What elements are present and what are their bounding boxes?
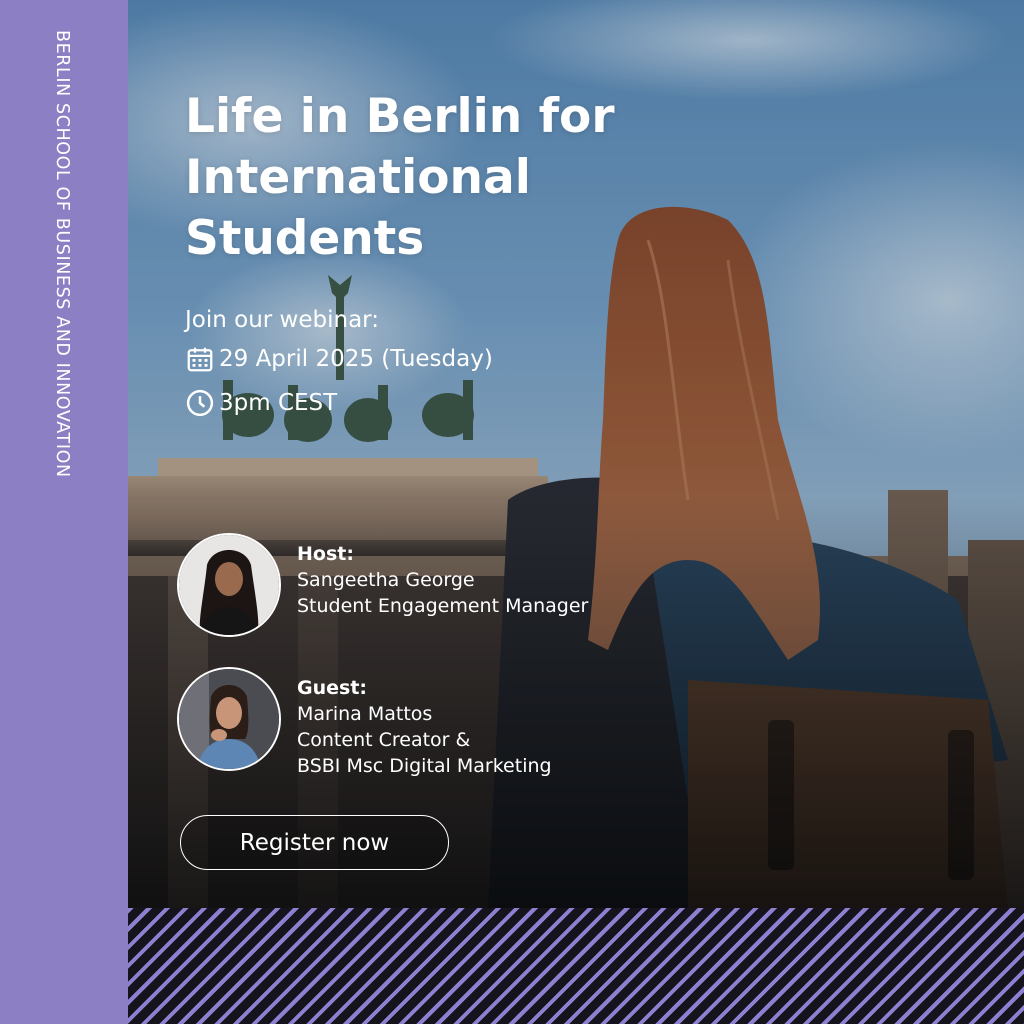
webinar-time-row: 3pm CEST xyxy=(185,381,493,425)
webinar-date: 29 April 2025 (Tuesday) xyxy=(219,346,493,372)
side-band: BERLIN SCHOOL OF BUSINESS AND INNOVATION xyxy=(0,0,128,1024)
striped-band xyxy=(128,908,1024,1024)
host-title: Student Engagement Manager xyxy=(297,595,589,617)
host-avatar xyxy=(177,533,281,637)
calendar-icon xyxy=(185,343,219,375)
guest-card: Guest: Marina Mattos Content Creator & B… xyxy=(177,667,552,779)
guest-title-line-1: Content Creator & xyxy=(297,729,471,751)
guest-name: Marina Mattos xyxy=(297,703,433,725)
webinar-title: Life in Berlin for International Student… xyxy=(185,86,685,269)
host-info: Host: Sangeetha George Student Engagemen… xyxy=(297,541,588,619)
register-now-button[interactable]: Register now xyxy=(180,815,449,870)
guest-label: Guest: xyxy=(297,677,367,699)
guest-title-line-2: BSBI Msc Digital Marketing xyxy=(297,755,552,777)
institution-name: BERLIN SCHOOL OF BUSINESS AND INNOVATION xyxy=(52,30,72,478)
clock-icon xyxy=(185,387,219,419)
webinar-poster: BERLIN SCHOOL OF BUSINESS AND INNOVATION xyxy=(0,0,1024,1024)
guest-avatar xyxy=(177,667,281,771)
title-line-1: Life in Berlin for xyxy=(185,89,615,144)
host-label: Host: xyxy=(297,543,354,565)
webinar-time: 3pm CEST xyxy=(219,390,338,416)
title-line-2: International xyxy=(185,150,531,205)
webinar-details: Join our webinar: 29 April 2025 (Tuesday… xyxy=(185,305,493,425)
webinar-intro: Join our webinar: xyxy=(185,307,379,333)
host-name: Sangeetha George xyxy=(297,569,475,591)
host-card: Host: Sangeetha George Student Engagemen… xyxy=(177,533,588,637)
guest-info: Guest: Marina Mattos Content Creator & B… xyxy=(297,675,552,779)
title-line-3: Students xyxy=(185,211,425,266)
webinar-date-row: 29 April 2025 (Tuesday) xyxy=(185,337,493,381)
